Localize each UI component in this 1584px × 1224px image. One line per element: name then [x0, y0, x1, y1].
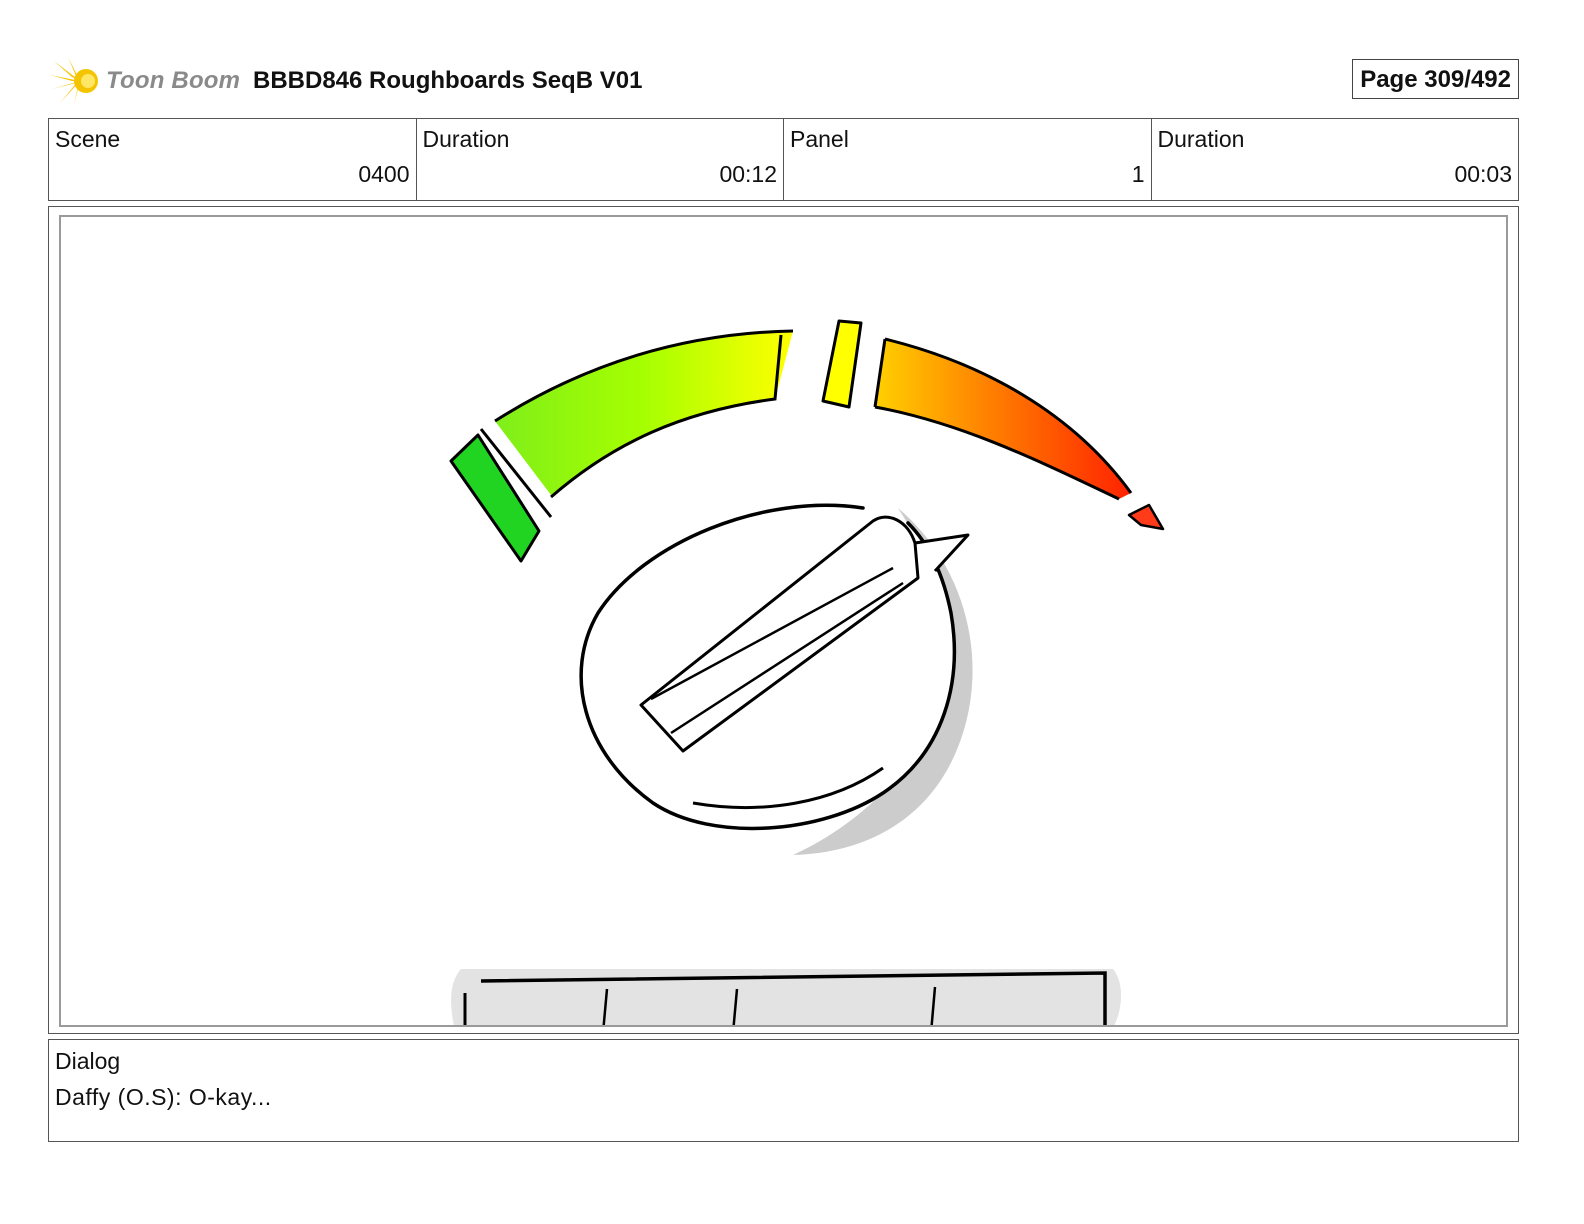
- storyboard-panel-frame: [48, 206, 1519, 1034]
- scene-value: 0400: [358, 161, 410, 187]
- document-title: BBBD846 Roughboards SeqB V01: [253, 67, 643, 94]
- gauge-yellow-segment: [821, 319, 863, 409]
- scene-duration-label: Duration: [422, 126, 510, 152]
- panel-cell: Panel 1: [784, 119, 1152, 200]
- panel-value: 1: [1131, 161, 1145, 187]
- knob-gauge-drawing: [449, 319, 1165, 1025]
- storyboard-panel-image: [59, 215, 1508, 1027]
- dialog-label: Dialog: [55, 1048, 121, 1074]
- gauge-red-tip: [1127, 503, 1165, 531]
- scene-duration-value: 00:12: [719, 161, 777, 187]
- toon-boom-logo: Toon Boom: [50, 55, 240, 107]
- gauge-orange-red-arc: [875, 339, 1131, 499]
- scene-cell: Scene 0400: [49, 119, 417, 200]
- scene-duration-cell: Duration 00:12: [417, 119, 784, 200]
- scene-info-table: Scene 0400 Duration 00:12 Panel 1 Durati…: [48, 118, 1519, 201]
- scene-label: Scene: [55, 126, 121, 152]
- dialog-text: Daffy (O.S): O-kay...: [55, 1084, 272, 1110]
- page-header: Toon Boom BBBD846 Roughboards SeqB V01 P…: [48, 55, 1519, 107]
- panel-label: Panel: [790, 126, 849, 152]
- gauge-lime-arc: [495, 331, 793, 495]
- logo-text: Toon Boom: [106, 67, 241, 94]
- page-counter: Page 309/492: [1352, 59, 1519, 99]
- panel-duration-cell: Duration 00:03: [1152, 119, 1519, 200]
- toon-boom-starburst-icon: [50, 57, 98, 105]
- panel-duration-label: Duration: [1157, 126, 1245, 152]
- dialog-box: Dialog Daffy (O.S): O-kay...: [48, 1039, 1519, 1142]
- panel-duration-value: 00:03: [1454, 161, 1512, 187]
